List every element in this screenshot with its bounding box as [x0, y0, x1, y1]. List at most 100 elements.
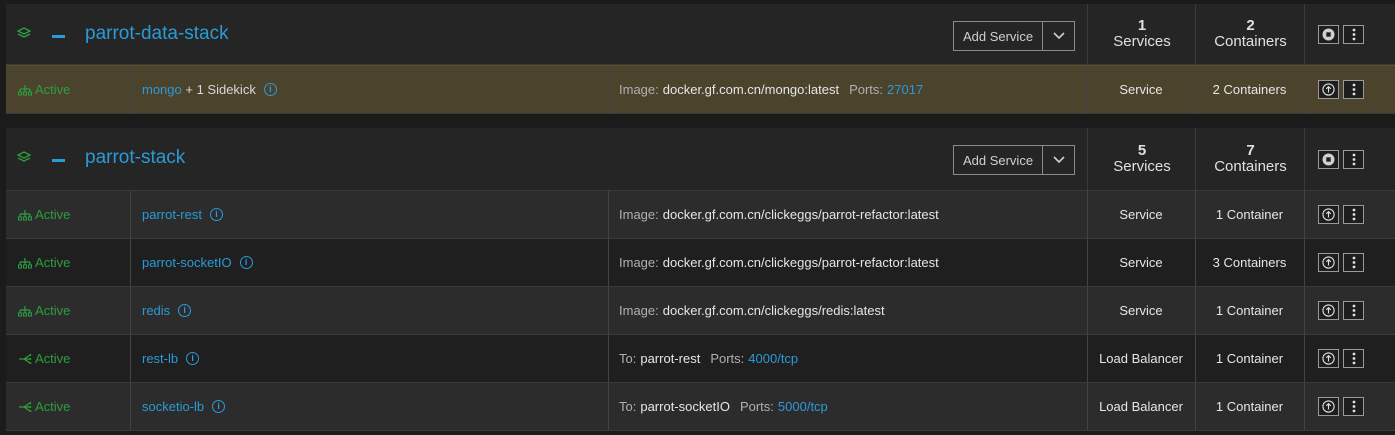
service-upgrade-button[interactable]: [1318, 205, 1339, 224]
chevron-down-icon: [1052, 32, 1065, 40]
vertical-dots-icon: [1352, 83, 1355, 96]
ports-link[interactable]: 4000/tcp: [748, 351, 798, 366]
service-name-cell: redis i: [142, 287, 192, 334]
service-menu-button[interactable]: [1343, 253, 1364, 272]
service-row-mongo: Active mongo + 1 Sidekick i Image: docke…: [6, 65, 1395, 114]
vertical-dots-icon: [1352, 153, 1355, 165]
service-menu-button[interactable]: [1343, 301, 1364, 320]
vertical-dots-icon: [1352, 304, 1355, 317]
detail-value: docker.gf.com.cn/clickeggs/redis:latest: [662, 303, 885, 318]
service-detail: Image: docker.gf.com.cn/clickeggs/redis:…: [619, 287, 899, 334]
collapse-minus-icon[interactable]: [52, 35, 65, 38]
service-container-count: 1 Container: [1215, 351, 1284, 366]
service-upgrade-button[interactable]: [1318, 349, 1339, 368]
detail-label: Image:: [619, 303, 659, 318]
add-service-button[interactable]: Add Service: [954, 22, 1043, 50]
service-container-count: 3 Containers: [1212, 255, 1287, 270]
containers-count-label: Containers: [1214, 158, 1287, 175]
service-status: Active: [18, 239, 70, 286]
detail-value: docker.gf.com.cn/clickeggs/parrot-refact…: [662, 255, 939, 270]
stack-actions: [1318, 4, 1364, 64]
ports-label: Ports:: [849, 82, 884, 97]
service-detail: Image: docker.gf.com.cn/mongo:latest Por…: [619, 66, 923, 113]
add-service-dropdown-button[interactable]: [1043, 146, 1074, 174]
service-actions: [1318, 66, 1364, 113]
containers-count: 7 Containers: [1195, 128, 1305, 190]
stack-stop-button[interactable]: [1318, 149, 1339, 169]
stack-menu-button[interactable]: [1343, 149, 1364, 169]
load-balancer-icon: [19, 401, 32, 412]
service-menu-button[interactable]: [1343, 349, 1364, 368]
service-actions: [1318, 383, 1364, 430]
service-row-redis: Active redis i Image: docker.gf.com.cn/c…: [6, 287, 1395, 335]
service-upgrade-button[interactable]: [1318, 80, 1339, 99]
stack-header: parrot-data-stack Add Service 1 Services…: [6, 4, 1395, 65]
info-icon[interactable]: i: [186, 352, 200, 365]
services-count-label: Services: [1113, 33, 1171, 50]
upgrade-arrow-icon: [1322, 400, 1335, 413]
service-actions: [1318, 239, 1364, 286]
detail-value: parrot-socketIO: [640, 399, 730, 414]
service-name-link[interactable]: rest-lb: [142, 351, 178, 366]
info-icon[interactable]: i: [209, 208, 223, 221]
stack-menu-button[interactable]: [1343, 24, 1364, 44]
add-service-dropdown-button[interactable]: [1043, 22, 1074, 50]
stack-name[interactable]: parrot-stack: [85, 147, 185, 169]
info-icon[interactable]: i: [178, 304, 192, 317]
service-nodes-icon: [18, 257, 32, 268]
service-menu-button[interactable]: [1343, 205, 1364, 224]
service-container-count: 1 Container: [1215, 303, 1284, 318]
service-kind: Service: [1119, 82, 1163, 97]
service-name-link[interactable]: redis: [142, 303, 170, 318]
service-detail: Image: docker.gf.com.cn/clickeggs/parrot…: [619, 239, 953, 286]
service-kind: Service: [1119, 303, 1163, 318]
service-name-link[interactable]: socketio-lb: [142, 399, 204, 414]
stack-stop-button[interactable]: [1318, 24, 1339, 44]
service-row-parrot-rest: Active parrot-rest i Image: docker.gf.co…: [6, 191, 1395, 239]
detail-label: Image:: [619, 255, 659, 270]
info-icon[interactable]: i: [212, 400, 226, 413]
service-kind: Load Balancer: [1099, 399, 1183, 414]
stack-parrot-stack: parrot-stack Add Service 5 Services 7 Co…: [6, 128, 1395, 431]
detail-value: parrot-rest: [640, 351, 701, 366]
ports-link[interactable]: 5000/tcp: [778, 399, 828, 414]
vertical-dots-icon: [1352, 28, 1355, 40]
service-kind: Service: [1119, 207, 1163, 222]
service-detail: Image: docker.gf.com.cn/clickeggs/parrot…: [619, 191, 953, 238]
vertical-dots-icon: [1352, 256, 1355, 269]
service-name-link[interactable]: parrot-rest: [142, 207, 202, 222]
service-container-count: 1 Container: [1215, 399, 1284, 414]
layers-icon: [16, 27, 32, 38]
service-actions: [1318, 287, 1364, 334]
service-menu-button[interactable]: [1343, 80, 1364, 99]
detail-label: Image:: [619, 82, 659, 97]
info-icon[interactable]: i: [263, 83, 277, 96]
service-name-link[interactable]: mongo: [142, 82, 182, 97]
detail-label: Image:: [619, 207, 659, 222]
stack-name[interactable]: parrot-data-stack: [85, 23, 229, 45]
status-label: Active: [35, 399, 71, 414]
info-icon[interactable]: i: [239, 256, 253, 269]
services-count: 1 Services: [1087, 4, 1196, 64]
ports-link[interactable]: 27017: [887, 82, 923, 97]
service-upgrade-button[interactable]: [1318, 301, 1339, 320]
service-menu-button[interactable]: [1343, 397, 1364, 416]
upgrade-arrow-icon: [1322, 304, 1335, 317]
add-service-button[interactable]: Add Service: [954, 146, 1043, 174]
service-status: Active: [18, 287, 70, 334]
vertical-dots-icon: [1352, 352, 1355, 365]
add-service-button-group: Add Service: [953, 145, 1075, 175]
service-kind: Load Balancer: [1099, 351, 1183, 366]
service-upgrade-button[interactable]: [1318, 397, 1339, 416]
service-upgrade-button[interactable]: [1318, 253, 1339, 272]
service-status: Active: [18, 383, 70, 430]
upgrade-arrow-icon: [1322, 83, 1335, 96]
layers-icon: [16, 151, 32, 162]
service-name-link[interactable]: parrot-socketIO: [142, 255, 232, 270]
stack-header: parrot-stack Add Service 5 Services 7 Co…: [6, 128, 1395, 191]
collapse-minus-icon[interactable]: [52, 159, 65, 162]
containers-count-number: 7: [1246, 142, 1255, 159]
service-container-count: 1 Container: [1215, 207, 1284, 222]
stop-circle-icon: [1322, 153, 1335, 165]
service-actions: [1318, 191, 1364, 238]
